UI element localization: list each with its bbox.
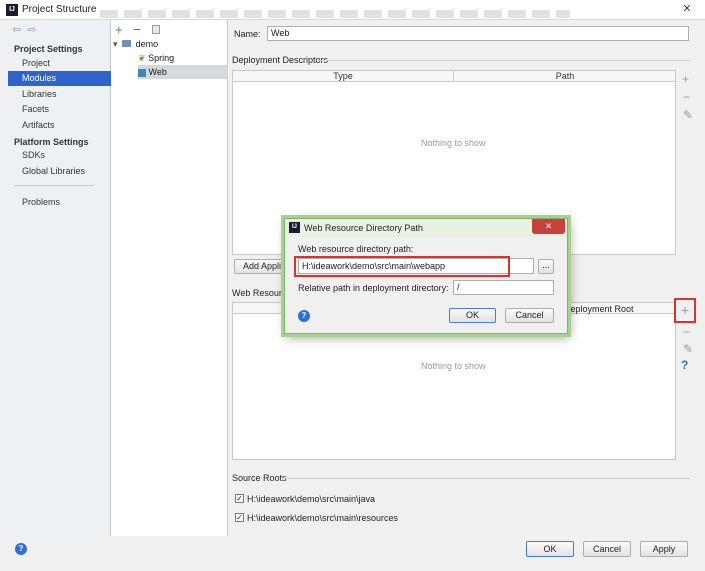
window-close-icon[interactable]: ✕ bbox=[676, 2, 698, 16]
dd-empty-message: Nothing to show bbox=[421, 138, 486, 148]
chevron-down-icon: ▾ bbox=[113, 39, 118, 49]
dialog-help-icon[interactable]: ? bbox=[298, 310, 310, 322]
module-tree-panel bbox=[111, 20, 228, 536]
ok-button[interactable]: OK bbox=[526, 541, 574, 557]
intellij-icon: IJ bbox=[289, 222, 300, 233]
nav-item-libraries[interactable]: Libraries bbox=[8, 87, 111, 102]
browse-button[interactable]: ... bbox=[538, 259, 554, 274]
edit-web-resource-icon[interactable]: ✎ bbox=[683, 342, 693, 356]
column-header-deployment-root[interactable]: Deployment Root bbox=[564, 304, 634, 314]
tree-label-spring: Spring bbox=[148, 53, 175, 63]
nav-item-artifacts[interactable]: Artifacts bbox=[8, 118, 111, 133]
project-settings-heading: Project Settings bbox=[14, 44, 83, 54]
wr-empty-message: Nothing to show bbox=[421, 361, 486, 371]
tree-row-web[interactable]: Web bbox=[138, 65, 228, 79]
nav-divider bbox=[14, 185, 94, 186]
remove-descriptor-icon[interactable]: − bbox=[683, 90, 690, 104]
add-web-resource-icon[interactable]: + bbox=[681, 302, 689, 318]
section-divider bbox=[318, 60, 690, 61]
name-field[interactable]: Web bbox=[267, 26, 689, 41]
web-module-icon bbox=[138, 68, 146, 77]
menu-bar bbox=[100, 10, 570, 18]
copy-icon[interactable] bbox=[152, 25, 160, 34]
window-title: Project Structure bbox=[22, 4, 97, 15]
highlight-path-box bbox=[294, 256, 510, 277]
folder-icon bbox=[122, 40, 132, 47]
source-root-checkbox[interactable]: ✓ bbox=[235, 513, 244, 522]
relative-path-label: Relative path in deployment directory: bbox=[298, 283, 449, 293]
remove-module-icon[interactable]: − bbox=[133, 23, 141, 36]
apply-button[interactable]: Apply bbox=[640, 541, 688, 557]
web-resource-path-label: Web resource directory path: bbox=[298, 244, 414, 254]
nav-item-sdks[interactable]: SDKs bbox=[8, 148, 111, 163]
source-root-checkbox[interactable]: ✓ bbox=[235, 494, 244, 503]
nav-item-global-libraries[interactable]: Global Libraries bbox=[8, 164, 111, 179]
section-divider bbox=[282, 478, 690, 479]
nav-item-project[interactable]: Project bbox=[8, 56, 111, 71]
dialog-close-button[interactable]: ✕ bbox=[532, 219, 565, 234]
tree-row-demo[interactable]: ▾ demo bbox=[113, 37, 158, 51]
tree-label-demo: demo bbox=[135, 39, 159, 49]
platform-settings-heading: Platform Settings bbox=[14, 137, 89, 147]
nav-item-modules[interactable]: Modules bbox=[8, 71, 111, 86]
tree-label-web: Web bbox=[148, 67, 167, 77]
source-roots-title: Source Roots bbox=[232, 473, 287, 483]
nav-item-facets[interactable]: Facets bbox=[8, 102, 111, 117]
remove-web-resource-icon[interactable]: − bbox=[683, 325, 690, 339]
help-icon[interactable]: ? bbox=[15, 543, 27, 555]
add-module-icon[interactable]: + bbox=[115, 23, 123, 36]
name-label: Name: bbox=[234, 29, 261, 39]
spring-leaf-icon: ❦ bbox=[138, 53, 146, 63]
dialog-cancel-button[interactable]: Cancel bbox=[505, 308, 554, 323]
edit-descriptor-icon[interactable]: ✎ bbox=[683, 108, 693, 122]
tree-row-spring[interactable]: ❦ Spring bbox=[138, 51, 228, 65]
deployment-descriptors-title: Deployment Descriptors bbox=[232, 55, 329, 65]
web-resource-directories-title: Web Resource bbox=[232, 288, 292, 298]
cancel-button[interactable]: Cancel bbox=[583, 541, 631, 557]
column-header-type[interactable]: Type bbox=[233, 71, 454, 82]
nav-back-forward-icons[interactable]: ⇦⇨ bbox=[12, 23, 42, 36]
dialog-ok-button[interactable]: OK bbox=[449, 308, 496, 323]
add-descriptor-icon[interactable]: + bbox=[682, 72, 689, 86]
column-header-path[interactable]: Path bbox=[455, 71, 675, 82]
source-root-path: H:\ideawork\demo\src\main\resources bbox=[247, 513, 399, 523]
help-question-icon[interactable]: ? bbox=[681, 358, 688, 372]
nav-item-problems[interactable]: Problems bbox=[8, 195, 111, 210]
relative-path-input[interactable]: / bbox=[453, 280, 554, 295]
dialog-title: Web Resource Directory Path bbox=[304, 223, 423, 233]
source-root-path: H:\ideawork\demo\src\main\java bbox=[247, 494, 376, 504]
intellij-icon: IJ bbox=[6, 4, 18, 16]
